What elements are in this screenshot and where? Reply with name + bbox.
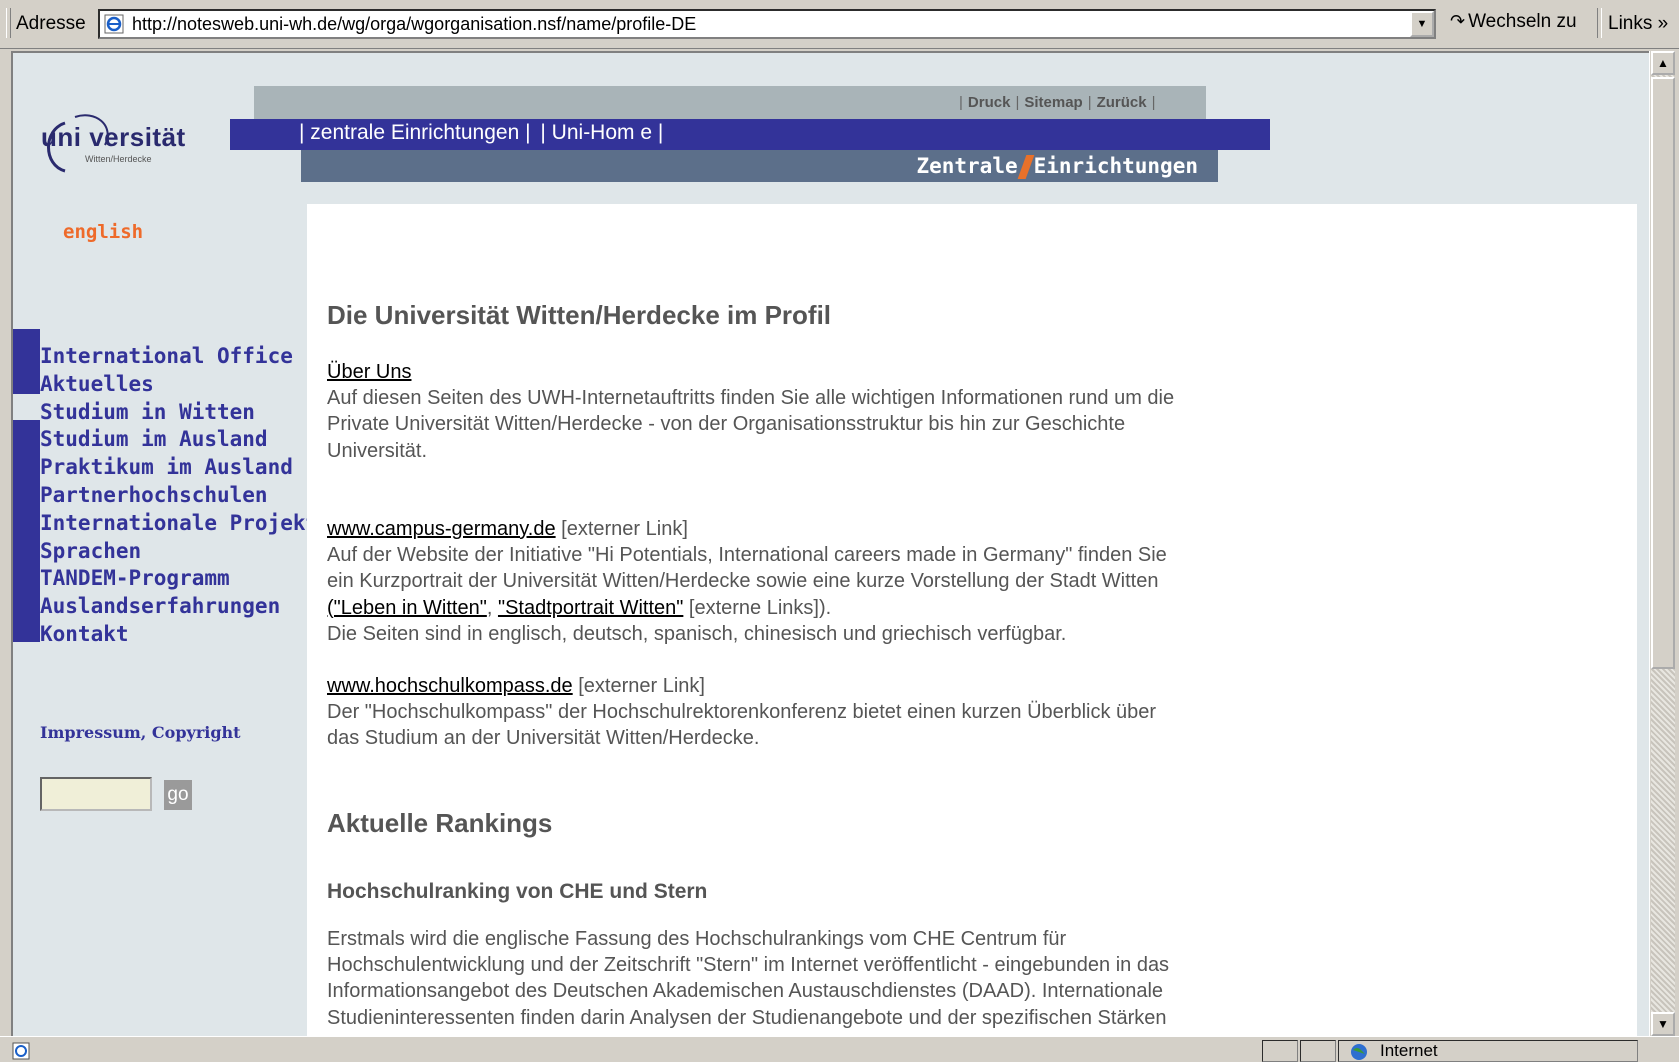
ueber-uns-text: Universität.: [327, 439, 428, 462]
go-button[interactable]: ↷ Wechseln zu: [1450, 11, 1577, 33]
ranking-text-line: Studieninteressenten finden darin Analys…: [327, 1006, 1167, 1029]
go-arrow-icon: ↷: [1450, 11, 1466, 31]
scroll-up-button[interactable]: ▲: [1651, 51, 1675, 75]
address-dropdown-button[interactable]: ▼: [1410, 11, 1434, 37]
toolbar-separator: [1597, 8, 1602, 38]
back-link[interactable]: Zurück: [1097, 94, 1147, 111]
comma-text: ,: [486, 596, 498, 619]
address-toolbar: Adresse http://notesweb.uni-wh.de/wg/org…: [0, 0, 1679, 49]
hochschulkompass-link[interactable]: www.hochschulkompass.de: [327, 675, 573, 697]
stadtportrait-witten-link[interactable]: "Stadtportrait Witten": [498, 597, 683, 619]
campus-text: Die Seiten sind in englisch, deutsch, sp…: [327, 622, 1067, 645]
campus-text: ein Kurzportrait der Universität Witten/…: [327, 570, 1159, 593]
sidebar-item-international-office[interactable]: International Office: [40, 343, 331, 371]
search-input[interactable]: [40, 777, 152, 811]
nav-zentrale-einrichtungen[interactable]: | zentrale Einrichtungen |: [299, 121, 531, 144]
nav-stripe: [13, 420, 40, 642]
sidebar-item-internationale-projekte[interactable]: Internationale Projekte: [40, 510, 331, 538]
sitemap-link[interactable]: Sitemap: [1024, 94, 1082, 111]
status-bar: Internet: [0, 1036, 1679, 1062]
sidebar-item-partnerhochschulen[interactable]: Partnerhochschulen: [40, 482, 331, 510]
hochschulkompass-section: www.hochschulkompass.de [externer Link] …: [327, 673, 1156, 752]
ie-page-icon: [104, 14, 124, 34]
top-navigation: | zentrale Einrichtungen | | Uni-Hom e |: [299, 121, 667, 145]
scroll-down-button[interactable]: ▼: [1651, 1012, 1675, 1036]
impressum-link[interactable]: Impressum, Copyright: [40, 723, 241, 742]
ranking-text-line: Hochschulentwicklung und der Zeitschrift…: [327, 954, 1170, 977]
sidebar-item-praktikum-im-ausland[interactable]: Praktikum im Ausland: [40, 454, 331, 482]
toolbar-grip[interactable]: [6, 8, 11, 38]
globe-icon: [1351, 1044, 1367, 1060]
section-title-left: Zentrale: [916, 154, 1018, 178]
scroll-thumb[interactable]: [1651, 77, 1675, 669]
rankings-heading: Aktuelle Rankings: [327, 808, 553, 838]
campus-germany-link[interactable]: www.campus-germany.de: [327, 518, 556, 540]
slash-icon: [1017, 155, 1034, 179]
sidebar-nav: International Office Aktuelles Studium i…: [40, 343, 331, 649]
sidebar-item-sprachen[interactable]: Sprachen: [40, 538, 331, 566]
ueber-uns-text: Auf diesen Seiten des UWH-Internetauftri…: [327, 387, 1175, 410]
external-link-tag: [externer Link]: [555, 518, 688, 540]
address-label: Adresse: [16, 13, 86, 34]
security-zone-label: Internet: [1380, 1041, 1438, 1060]
search-go-button[interactable]: go: [164, 780, 192, 810]
ueber-uns-text: Private Universität Witten/Herdecke - vo…: [327, 413, 1126, 436]
leben-in-witten-link[interactable]: ("Leben in Witten": [327, 597, 487, 619]
address-field[interactable]: http://notesweb.uni-wh.de/wg/orga/wgorga…: [98, 9, 1436, 39]
page-status-icon: [12, 1042, 30, 1060]
section-title: Zentrale Einrichtungen: [916, 154, 1198, 179]
hochschulkompass-text: Der "Hochschulkompass" der Hochschulrekt…: [327, 701, 1157, 724]
ranking-text-line: Erstmals wird die englische Fassung des …: [327, 928, 1067, 950]
ueber-uns-section: Über Uns Auf diesen Seiten des UWH-Inter…: [327, 359, 1174, 464]
ranking-text: Erstmals wird die englische Fassung des …: [327, 926, 1169, 1031]
ranking-subheading: Hochschulranking von CHE und Stern: [327, 880, 708, 903]
section-title-right: Einrichtungen: [1033, 154, 1198, 178]
sidebar-item-studium-in-witten[interactable]: Studium in Witten: [40, 399, 331, 427]
ranking-text-line: Informationsangebot des Deutschen Akadem…: [327, 980, 1164, 1003]
campus-germany-section: www.campus-germany.de [externer Link] Au…: [327, 516, 1167, 647]
english-language-link[interactable]: english: [63, 221, 143, 243]
ueber-uns-link[interactable]: Über Uns: [327, 361, 411, 383]
go-button-label: Wechseln zu: [1468, 11, 1577, 32]
external-links-tag: [externe Links]).: [683, 596, 832, 619]
hochschulkompass-text: das Studium an der Universität Witten/He…: [327, 727, 760, 750]
page-viewport: uni versität Witten/Herdecke | Druck | Site…: [11, 51, 1649, 1036]
sidebar-item-aktuelles[interactable]: Aktuelles: [40, 371, 331, 399]
sidebar-item-studium-im-ausland[interactable]: Studium im Ausland: [40, 426, 331, 454]
print-link[interactable]: Druck: [968, 94, 1011, 111]
status-cell: [1262, 1040, 1298, 1062]
address-url[interactable]: http://notesweb.uni-wh.de/wg/orga/wgorga…: [132, 14, 696, 35]
logo-subtitle: Witten/Herdecke: [85, 154, 152, 164]
sidebar-item-kontakt[interactable]: Kontakt: [40, 621, 331, 649]
profile-heading: Die Universität Witten/Herdecke im Profi…: [327, 300, 832, 330]
sidebar-item-auslandserfahrungen[interactable]: Auslandserfahrungen: [40, 593, 331, 621]
main-content: Die Universität Witten/Herdecke im Profi…: [307, 204, 1637, 1036]
external-link-tag: [externer Link]: [572, 675, 705, 697]
campus-text: Auf der Website der Initiative "Hi Poten…: [327, 544, 1167, 567]
logo-wordmark: uni versität: [41, 122, 186, 152]
nav-stripe-active: [13, 329, 40, 394]
vertical-scrollbar[interactable]: ▲ ▼: [1649, 51, 1678, 1036]
status-cell: [1300, 1040, 1336, 1062]
nav-uni-home[interactable]: | Uni-Hom e |: [540, 121, 663, 144]
links-toolbar[interactable]: Links »: [1608, 13, 1668, 35]
utility-links: | Druck | Sitemap | Zurück |: [959, 94, 1156, 111]
sidebar-item-tandem-programm[interactable]: TANDEM-Programm: [40, 565, 331, 593]
section-banner: Zentrale Einrichtungen: [301, 150, 1218, 182]
